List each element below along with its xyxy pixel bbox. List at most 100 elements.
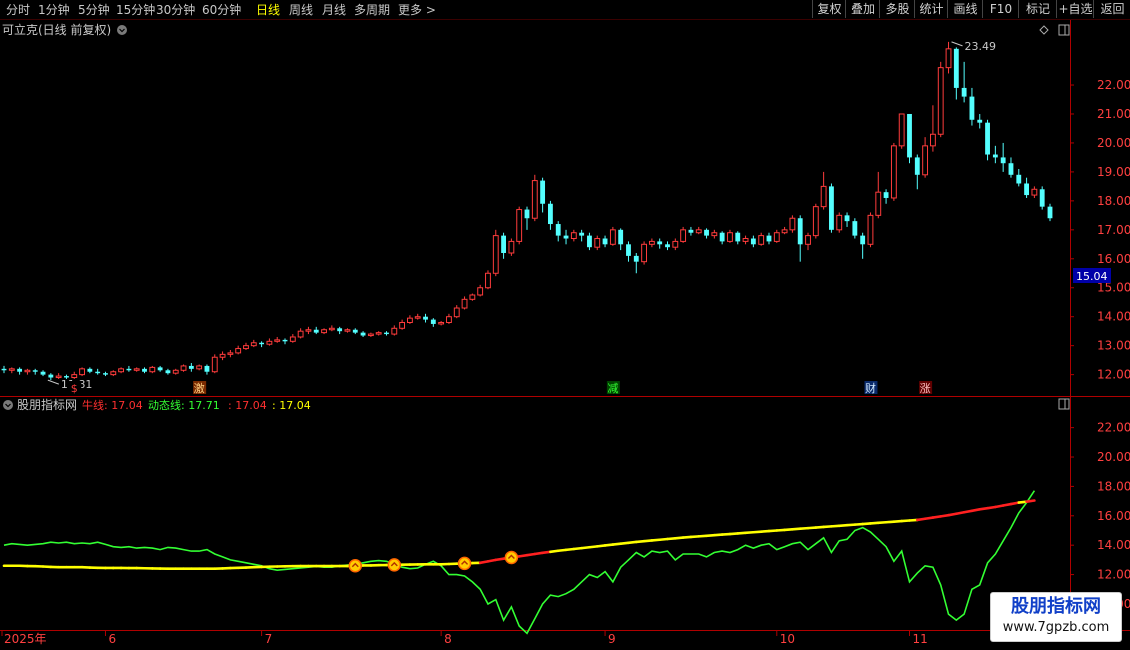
candle-body-22 [172, 369, 179, 374]
tool-button-0[interactable]: 复权 [812, 0, 846, 18]
candle-body-60 [469, 294, 476, 300]
candle-body-108 [844, 215, 850, 222]
event-marker-3: 财 [865, 381, 876, 395]
candle-body-131 [1024, 183, 1030, 196]
candle-body-26 [204, 365, 210, 372]
event-marker-4: 涨 [920, 382, 931, 395]
candle-body-81 [633, 255, 639, 262]
period-tab-1[interactable]: 1分钟 [38, 1, 70, 18]
candle-body-67 [524, 209, 530, 219]
candle-body-134 [1047, 206, 1053, 219]
candle-body-116 [907, 113, 912, 158]
main-y-tick-label-0: 12.00 [1097, 368, 1130, 382]
candle-body-35 [274, 339, 281, 342]
period-tab-8[interactable]: 月线 [322, 1, 346, 18]
sub-y-tick-label-3: 16.00 [1097, 509, 1130, 523]
period-toolbar: 分时 1分钟 5分钟 15分钟 30分钟 60分钟 日线 周线 月线 多周期 更多 > 复权 叠加 多股统… [0, 0, 1130, 20]
sub-y-tick-label-5: 20.00 [1097, 450, 1130, 464]
candle-body-115 [898, 113, 905, 147]
period-tab-5[interactable]: 60分钟 [202, 1, 241, 18]
candle-body-79 [618, 229, 624, 245]
candle-body-33 [259, 342, 265, 345]
candle-body-48 [375, 332, 382, 335]
tool-button-2[interactable]: 多股 [879, 0, 915, 18]
period-tab-0[interactable]: 分时 [6, 1, 30, 18]
candle-body-30 [235, 348, 242, 354]
candle-body-88 [688, 229, 694, 233]
main-y-tick-label-10: 22.00 [1097, 78, 1130, 92]
candle-body-94 [735, 232, 741, 242]
candle-body-45 [352, 329, 358, 333]
candle-body-15 [118, 368, 125, 373]
candle-body-121 [945, 48, 952, 69]
indicator-title: 股朋指标网 [17, 397, 77, 412]
candle-body-57 [446, 316, 452, 323]
candle-body-31 [243, 345, 249, 350]
candle-body-44 [344, 329, 351, 332]
candle-body-74 [579, 232, 585, 236]
candle-body-11 [87, 368, 93, 372]
candle-body-43 [337, 328, 343, 332]
candle-body-69 [540, 180, 546, 204]
period-tab-10[interactable]: 更多 > [398, 1, 436, 18]
candle-body-53 [414, 316, 421, 319]
candle-body-119 [929, 133, 936, 147]
candle-body-58 [453, 307, 460, 318]
high-price-label: 23.49 [965, 40, 997, 53]
period-tab-4[interactable]: 30分钟 [156, 1, 195, 18]
tool-button-8[interactable]: 返回 [1093, 0, 1130, 18]
candle-body-93 [727, 232, 733, 242]
candle-body-29 [227, 352, 234, 355]
tool-button-6[interactable]: 标记 [1018, 0, 1057, 18]
candle-body-91 [711, 232, 718, 237]
x-tick-label-3: 8 [444, 632, 452, 646]
main-y-tick-label-1: 13.00 [1097, 339, 1130, 353]
x-tick-label-4: 9 [608, 632, 616, 646]
period-tab-3[interactable]: 15分钟 [116, 1, 155, 18]
tool-button-3[interactable]: 统计 [914, 0, 948, 18]
candle-body-109 [852, 221, 858, 236]
x-tick-label-0: 2025年 [4, 632, 47, 646]
candle-body-6 [48, 374, 54, 378]
candle-body-111 [867, 214, 874, 245]
tool-button-7[interactable]: +自选 [1056, 0, 1094, 18]
sub-y-tick-label-4: 18.00 [1097, 479, 1130, 493]
candle-body-120 [937, 67, 944, 135]
indicator-readout-0: 牛线: 17.04 [82, 398, 143, 412]
candle-body-102 [797, 218, 803, 245]
period-tab-6[interactable]: 日线 [256, 1, 280, 18]
candle-body-36 [282, 339, 288, 342]
watermark-url: www.7gpzb.com [1002, 620, 1110, 635]
dynamic-line [3, 490, 1036, 635]
watermark: 股朋指标网 www.7gpzb.com [990, 592, 1122, 642]
x-tick-label-1: 6 [108, 632, 116, 646]
candle-body-62 [485, 272, 491, 289]
candle-body-114 [890, 145, 897, 199]
tool-button-5[interactable]: F10 [982, 0, 1019, 18]
main-y-tick-label-2: 14.00 [1097, 310, 1130, 324]
sub-dropdown-icon [3, 400, 13, 410]
main-y-tick-label-4: 16.00 [1097, 252, 1130, 266]
candle-body-98 [766, 235, 772, 242]
buy-signal-marker-2 [457, 556, 472, 571]
sub-y-tick-label-6: 22.00 [1097, 421, 1130, 435]
main-y-tick-label-9: 21.00 [1097, 107, 1130, 121]
candle-body-42 [328, 327, 335, 331]
candle-body-75 [587, 235, 592, 248]
candle-body-39 [305, 329, 312, 332]
indicator-readout-2: : 17.04 [228, 399, 267, 412]
main-y-tick-label-6: 18.00 [1097, 194, 1130, 208]
indicator-readout-1: 动态线: 17.71 [148, 398, 220, 412]
tool-button-1[interactable]: 叠加 [845, 0, 880, 18]
sub-y-tick-label-1: 12.00 [1097, 568, 1130, 582]
period-tab-9[interactable]: 多周期 [354, 1, 390, 18]
candle-body-10 [79, 368, 85, 376]
candle-body-70 [547, 203, 553, 225]
period-tab-2[interactable]: 5分钟 [78, 1, 110, 18]
candle-body-83 [648, 240, 655, 245]
candle-body-17 [133, 368, 140, 371]
candle-body-96 [750, 238, 756, 245]
candle-body-132 [1031, 188, 1038, 196]
tool-button-4[interactable]: 画线 [947, 0, 983, 18]
period-tab-7[interactable]: 周线 [289, 1, 313, 18]
